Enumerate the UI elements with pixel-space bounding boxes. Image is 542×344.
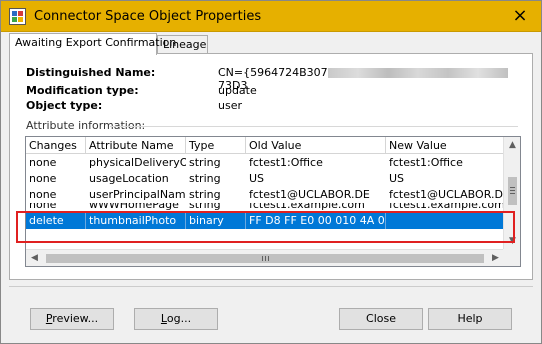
distinguished-name-label: Distinguished Name: — [26, 66, 156, 79]
scroll-right-icon[interactable]: ▶ — [487, 250, 504, 266]
preview-label: review... — [52, 312, 99, 325]
cell-type: string — [189, 172, 221, 185]
cell-old-value: fctest1.example.com — [249, 203, 365, 211]
log-button[interactable]: Log... — [134, 308, 218, 330]
connector-app-icon — [9, 8, 26, 25]
grip-line — [510, 190, 515, 191]
cell-changes: none — [29, 203, 57, 211]
modification-type-label: Modification type: — [26, 84, 139, 97]
grip-line — [265, 256, 266, 261]
vertical-scrollbar[interactable]: ▲ ▼ — [503, 137, 520, 250]
scroll-corner — [503, 249, 520, 266]
cell-old-value: FF D8 FF E0 00 010 4A 01... — [246, 213, 386, 229]
tab-awaiting-export-confirmation[interactable]: Awaiting Export Confirmation — [9, 33, 176, 55]
cell-changes: none — [29, 172, 57, 185]
window-title: Connector Space Object Properties — [34, 9, 262, 24]
scroll-down-icon[interactable]: ▼ — [504, 233, 520, 250]
preview-button[interactable]: Preview... — [30, 308, 114, 330]
cell-type: string — [189, 188, 221, 201]
redacted-block — [327, 68, 508, 78]
object-type-value: user — [218, 99, 242, 112]
table-row[interactable]: none userPrincipalName string fctest1@UC… — [26, 187, 504, 203]
cell-new-value: US — [389, 172, 405, 185]
cell-new-value: fctest1@UCLABOR.DE — [389, 188, 504, 201]
grip-line — [510, 187, 515, 188]
close-button[interactable]: Close — [339, 308, 423, 330]
group-divider — [110, 126, 518, 127]
cell-changes: delete — [26, 213, 86, 229]
cell-attribute-name: thumbnailPhoto — [86, 213, 186, 229]
column-header-changes[interactable]: Changes — [26, 137, 86, 154]
column-header-new-value[interactable]: New Value — [386, 137, 504, 154]
column-header-attribute-name[interactable]: Attribute Name — [86, 137, 186, 154]
grip-line — [268, 256, 269, 261]
tab-panel: Distinguished Name: CN={5964724B30773D3 … — [9, 53, 533, 280]
cell-changes: none — [29, 156, 57, 169]
cell-type: binary — [186, 213, 246, 229]
help-button[interactable]: Help — [428, 308, 512, 330]
attribute-table[interactable]: Changes Attribute Name Type Old Value Ne… — [25, 136, 521, 267]
table-row[interactable]: none usageLocation string US US — [26, 171, 504, 187]
cell-attribute-name: userPrincipalName — [89, 188, 186, 201]
modification-type-value: update — [218, 84, 257, 97]
column-header-type[interactable]: Type — [186, 137, 246, 154]
cell-attribute-name: usageLocation — [89, 172, 169, 185]
distinguished-name-value: CN={5964724B30773D3 — [218, 66, 532, 92]
scroll-up-icon[interactable]: ▲ — [504, 137, 520, 154]
properties-window: Connector Space Object Properties × Awai… — [0, 0, 542, 344]
cell-type: string — [189, 156, 221, 169]
cell-new-value — [386, 213, 504, 229]
cell-new-value: fctest1:Office — [389, 156, 463, 169]
cell-old-value: fctest1@UCLABOR.DE — [249, 188, 370, 201]
cell-old-value: fctest1:Office — [249, 156, 323, 169]
cell-attribute-name: physicalDeliveryO... — [89, 156, 186, 169]
cell-type: string — [189, 203, 221, 211]
button-bar-divider — [9, 286, 533, 287]
cell-changes: none — [29, 188, 57, 201]
title-bar[interactable]: Connector Space Object Properties × — [1, 1, 541, 32]
object-type-label: Object type: — [26, 99, 103, 112]
table-row[interactable]: none wWWHomePage string fctest1.example.… — [26, 203, 504, 212]
distinguished-name-text: CN={5964724B307 — [218, 66, 328, 79]
table-row-selected[interactable]: delete thumbnailPhoto binary FF D8 FF E0… — [26, 213, 504, 229]
vertical-scroll-thumb[interactable] — [508, 177, 517, 205]
grip-line — [510, 193, 515, 194]
log-label: og... — [166, 312, 192, 325]
table-row[interactable]: none physicalDeliveryO... string fctest1… — [26, 155, 504, 171]
close-icon[interactable]: × — [507, 5, 533, 27]
cell-attribute-name: wWWHomePage — [89, 203, 179, 211]
cell-new-value: fctest1.example.com — [389, 203, 504, 211]
column-header-old-value[interactable]: Old Value — [246, 137, 386, 154]
grip-line — [262, 256, 263, 261]
scroll-left-icon[interactable]: ◀ — [26, 250, 43, 266]
table-header: Changes Attribute Name Type Old Value Ne… — [26, 137, 504, 154]
cell-old-value: US — [249, 172, 265, 185]
horizontal-scrollbar[interactable]: ◀ ▶ — [26, 249, 504, 266]
